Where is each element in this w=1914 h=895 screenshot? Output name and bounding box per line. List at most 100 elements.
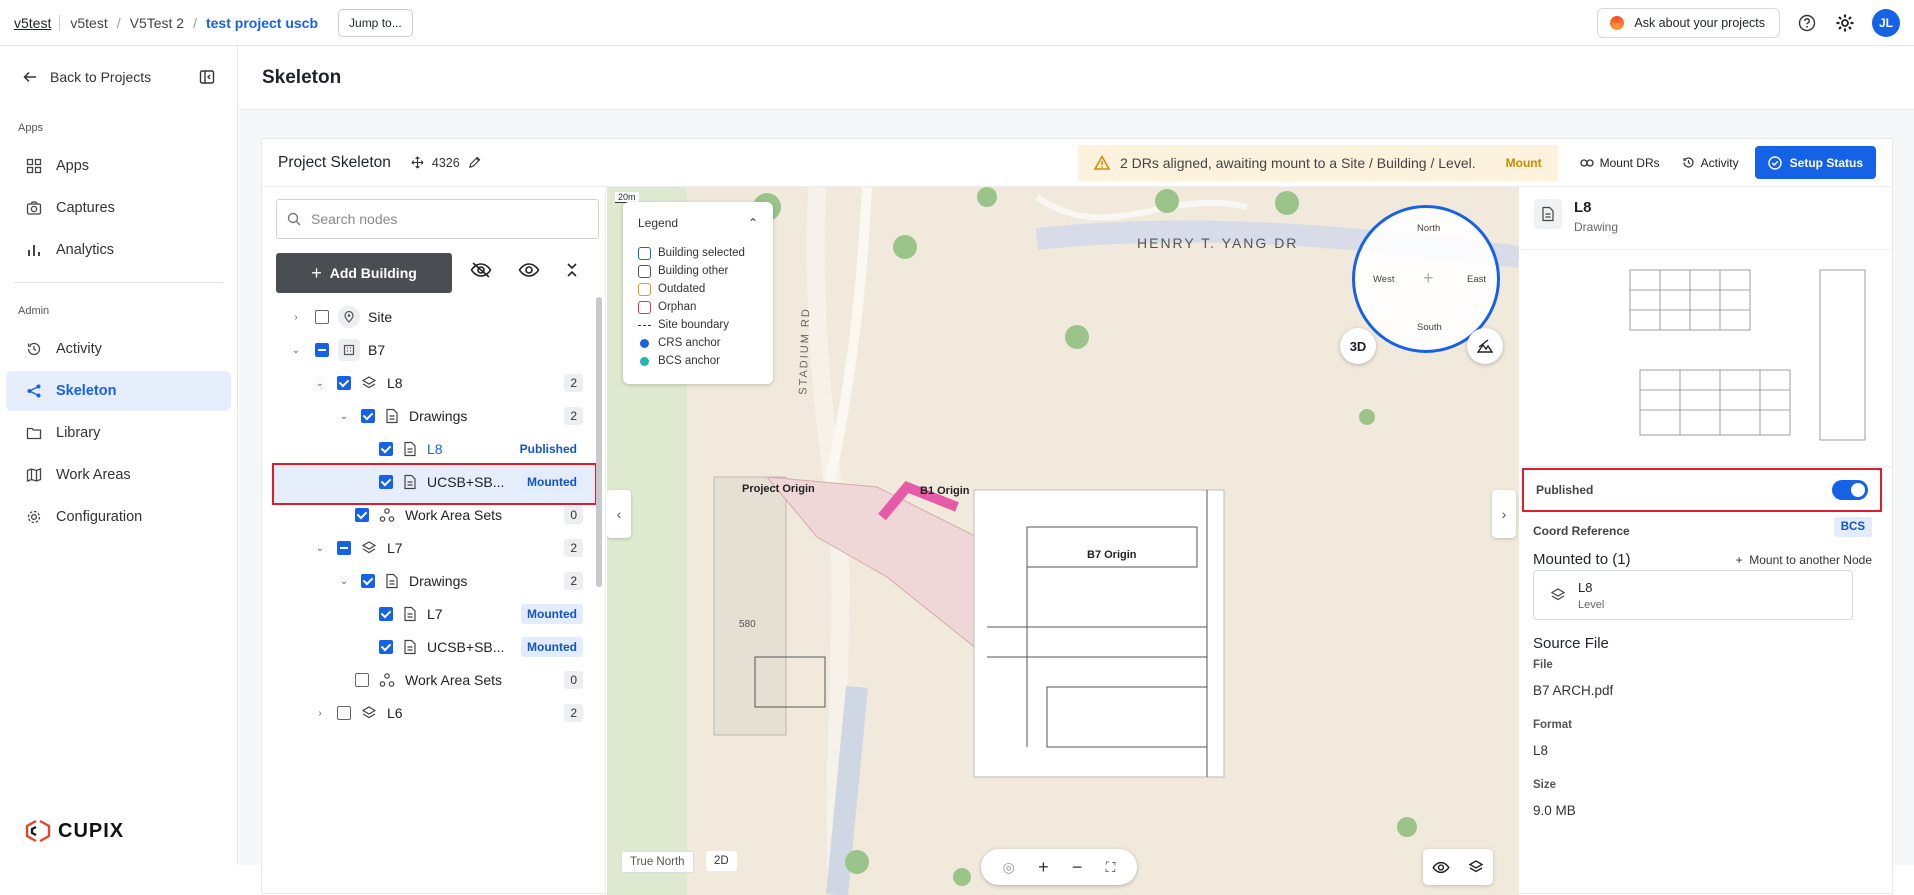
setup-status-button[interactable]: Setup Status [1754,146,1876,179]
collapse-left-button[interactable]: ‹ [607,490,631,538]
search-input[interactable]: Search nodes [276,199,599,239]
coord-reference-badge[interactable]: BCS [1833,517,1872,537]
chevron-down-icon[interactable]: ⌄ [313,378,327,389]
row-checkbox[interactable] [315,310,329,324]
compass-icon[interactable]: ◎ [1003,859,1015,876]
org-link[interactable]: v5test [14,14,61,31]
sidebar-item-skeleton[interactable]: Skeleton [6,371,231,411]
sidebar-item-activity[interactable]: Activity [6,329,231,369]
gear-icon[interactable] [1834,12,1856,34]
back-to-projects-link[interactable]: Back to Projects [0,46,237,108]
published-toggle[interactable] [1832,480,1868,500]
sidebar-item-configuration[interactable]: Configuration [6,497,231,537]
document-icon [404,606,416,622]
map-view[interactable]: 20m HENRY T. YANG DR STADIUM RD Project … [607,187,1519,895]
tree-scrollbar[interactable] [596,297,602,587]
jump-to-button[interactable]: Jump to... [338,8,413,37]
row-label: UCSB+SB... [427,639,505,655]
breadcrumb-workspace[interactable]: v5test [70,15,107,31]
sidebar-item-captures[interactable]: Captures [6,188,231,228]
pin-icon [338,306,360,328]
chevron-down-icon[interactable]: ⌄ [313,543,327,554]
row-checkbox[interactable] [379,607,393,621]
admin-section-label: Admin [18,305,50,317]
mount-to-another-node-link[interactable]: + Mount to another Node [1736,553,1872,567]
tree-row-site[interactable]: › Site [289,300,529,334]
sidebar-item-label: Captures [56,200,115,216]
row-checkbox[interactable] [361,574,375,588]
zoom-out-icon[interactable]: − [1072,857,1083,878]
breadcrumb-group[interactable]: V5Test 2 [130,15,184,31]
chevron-down-icon[interactable]: ⌄ [337,576,351,587]
chevron-right-icon[interactable]: › [313,708,327,719]
row-checkbox[interactable] [379,442,393,456]
tree-row-drawings[interactable]: ⌄ Drawings 2 [337,399,583,433]
row-checkbox[interactable] [379,475,393,489]
row-checkbox[interactable] [337,376,351,390]
logo-text: CUPIX [58,819,125,842]
view-2d-button[interactable]: 2D [706,851,737,871]
collapse-right-button[interactable]: › [1492,490,1516,538]
map-icon [26,468,42,482]
link-icon [1579,158,1594,167]
pencil-icon[interactable] [468,156,481,169]
sidebar: Back to Projects Apps Apps Captures Anal… [0,46,238,865]
ask-ai-label: Ask about your projects [1634,15,1765,30]
sidebar-item-apps[interactable]: Apps [6,146,231,186]
view-3d-button[interactable]: 3D [1340,328,1376,364]
terrain-icon[interactable] [1467,328,1503,364]
collapse-sidebar-icon[interactable] [199,69,215,85]
chevron-right-icon[interactable]: › [289,312,303,323]
page-header: Skeleton [239,46,1914,110]
add-building-button[interactable]: + Add Building [276,253,452,293]
tree-row-building[interactable]: ⌄ B7 [289,333,529,367]
sidebar-item-analytics[interactable]: Analytics [6,230,231,270]
layers-icon[interactable] [1468,859,1484,875]
eye-off-icon[interactable] [470,262,492,278]
chevron-down-icon[interactable]: ⌄ [337,411,351,422]
tree-row-work-area-sets[interactable]: Work Area Sets 0 [355,663,583,697]
mounted-node-card[interactable]: L8 Level [1533,570,1853,620]
activity-button[interactable]: Activity [1682,156,1739,170]
tree-row-level[interactable]: ⌄ L7 2 [313,531,583,565]
zoom-in-icon[interactable]: + [1038,857,1049,878]
mount-drs-button[interactable]: Mount DRs [1579,155,1660,170]
tree-row-drawing-selected[interactable]: L8 Published [379,432,583,466]
tree-row-level[interactable]: ⌄ L8 2 [313,366,583,400]
tree-row-drawing[interactable]: UCSB+SB... Mounted [379,630,583,664]
row-checkbox[interactable] [355,508,369,522]
ask-ai-button[interactable]: Ask about your projects [1597,7,1780,38]
zoom-controls: ◎ + − ⛶ [981,849,1137,885]
tree-row-drawings[interactable]: ⌄ Drawings 2 [337,564,583,598]
coord-reference-label: Coord Reference [1533,524,1630,538]
tree-row-work-area-sets[interactable]: Work Area Sets 0 [355,498,583,532]
file-value: B7 ARCH.pdf [1533,683,1614,698]
help-icon[interactable] [1796,12,1818,34]
row-checkbox[interactable] [315,343,329,357]
sidebar-item-library[interactable]: Library [6,413,231,453]
avatar[interactable]: JL [1872,8,1900,37]
eye-icon[interactable] [1432,861,1450,874]
row-checkbox[interactable] [379,640,393,654]
collapse-legend-icon[interactable]: ⌃ [748,216,758,230]
chevron-down-icon[interactable]: ⌄ [289,345,303,356]
breadcrumb-project[interactable]: test project uscb [206,15,318,31]
share-nodes-icon [27,384,41,398]
row-checkbox[interactable] [355,673,369,687]
tree-row-level[interactable]: › L6 2 [313,696,583,730]
legend-label: BCS anchor [658,355,721,367]
true-north-button[interactable]: True North [621,851,694,873]
warning-mount-link[interactable]: Mount [1506,156,1542,170]
row-checkbox[interactable] [337,706,351,720]
collapse-all-icon[interactable] [566,262,578,278]
row-checkbox[interactable] [337,541,351,555]
tree-row-drawing[interactable]: L7 Mounted [379,597,583,631]
row-checkbox[interactable] [361,409,375,423]
camera-icon [26,201,42,215]
tree-row-drawing[interactable]: UCSB+SB... Mounted [379,465,583,499]
fit-view-icon[interactable]: ⛶ [1106,859,1116,876]
sidebar-item-work-areas[interactable]: Work Areas [6,455,231,495]
mount-drs-label: Mount DRs [1599,155,1660,170]
status-badge: Mounted [521,472,583,492]
eye-icon[interactable] [518,262,540,278]
